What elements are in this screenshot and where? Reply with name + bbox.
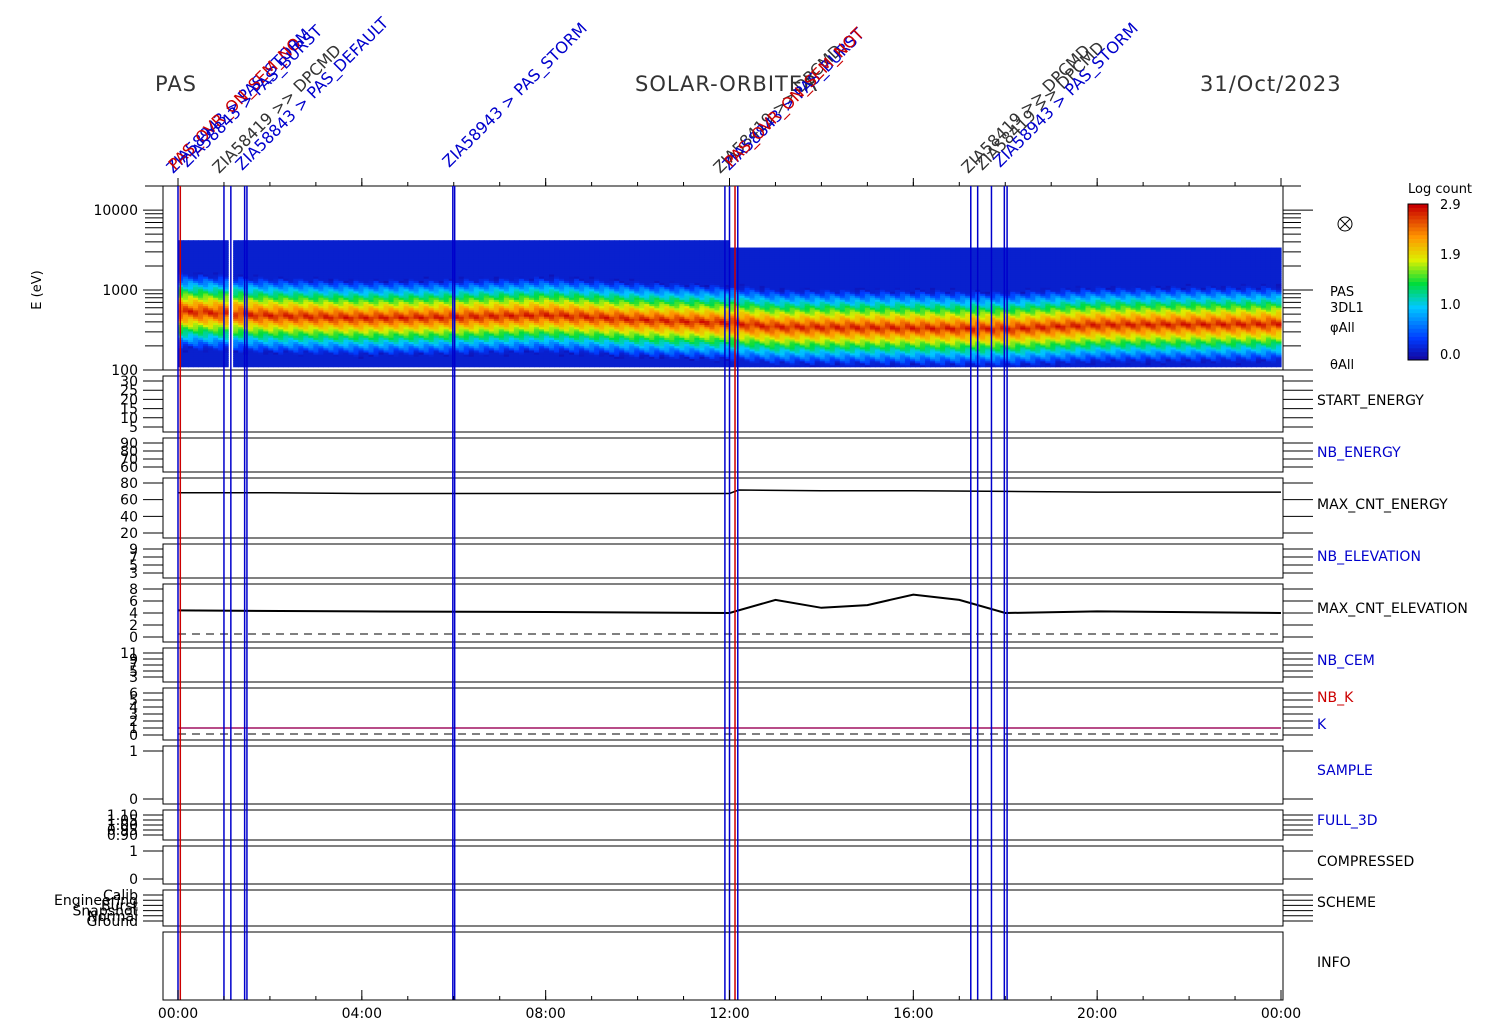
spectrogram-cell (218, 240, 224, 243)
spectrogram-cell (303, 240, 309, 243)
spectrogram-cell (308, 240, 314, 243)
spectrogram-cell (549, 240, 555, 243)
spectrogram-cell (193, 240, 199, 243)
spectrogram-cell (293, 240, 299, 243)
spectrogram-cell (518, 240, 525, 243)
spectrogram-cell (288, 240, 294, 243)
spectrogram-cell (263, 240, 269, 243)
spectrogram-cell (443, 240, 450, 243)
spectrogram-cell (393, 240, 400, 243)
spectrogram-cell (403, 240, 410, 243)
spectrogram-cell (554, 240, 560, 243)
spectrogram-cell (533, 240, 540, 243)
spectrogram-cell (198, 240, 204, 243)
spectrogram-cell (488, 240, 495, 243)
spectrogram-cell (323, 240, 330, 243)
spectrogram-cell (468, 240, 475, 243)
spectrogram-cell (503, 240, 510, 243)
spectrogram-cell (248, 240, 254, 243)
spectrogram-cell (508, 240, 515, 243)
spectrogram-cell (363, 240, 370, 243)
spectrogram-cell (483, 240, 490, 243)
spectrogram-cell (273, 240, 279, 243)
spectrogram-cell (383, 240, 390, 243)
spectrogram-cell (569, 240, 575, 243)
spectrogram-cell (473, 240, 480, 243)
spectrogram-cell (283, 240, 289, 243)
spectrogram-cell (523, 240, 530, 243)
spectrogram-cell (213, 240, 219, 243)
spectrogram-cell (208, 240, 214, 243)
spectrogram-cell (378, 240, 385, 243)
spectrogram-cell (528, 240, 535, 243)
spectrogram-cell (268, 240, 274, 243)
spectrogram-cell (498, 240, 505, 243)
spectrogram-cell (413, 240, 420, 243)
spectrogram-cell (388, 240, 395, 243)
spectrogram-cell (458, 240, 465, 243)
spectrogram-cell (183, 240, 189, 243)
spectrogram-cell (478, 240, 485, 243)
spectrogram-cell (348, 240, 355, 243)
spectrogram-cell (579, 240, 585, 243)
spectrogram-cell (428, 240, 435, 243)
spectrogram-cell (493, 240, 500, 243)
spectrogram-cell (258, 240, 264, 243)
spectrogram-cell (398, 240, 405, 243)
spectrogram-cell (328, 240, 335, 243)
spectrogram-cell (574, 240, 580, 243)
spectrogram-cell (333, 240, 340, 243)
spectrogram-cell (559, 240, 565, 243)
spectrogram-cell (188, 240, 194, 243)
spectrogram-cell (313, 240, 319, 243)
spectrogram-cell (318, 240, 324, 243)
spectrogram-cell (233, 240, 239, 243)
spectrogram-cell (543, 240, 550, 243)
spectrogram-cell (338, 240, 345, 243)
spectrogram-cell (368, 240, 375, 243)
spectrogram-cell (203, 240, 209, 243)
spectrogram-cell (438, 240, 445, 243)
spectrogram-cell (278, 240, 284, 243)
spectrogram-cell (589, 240, 595, 243)
spectrogram-cell (433, 240, 440, 243)
spectrogram-cell (253, 240, 259, 243)
spectrogram-cell (594, 240, 600, 243)
spectrogram-cell (343, 240, 350, 243)
spectrogram-cell (564, 240, 570, 243)
spectrogram-cell (538, 240, 545, 243)
spectrogram-cell (298, 240, 304, 243)
spectrogram-cell (373, 240, 380, 243)
spectrogram-cell (408, 240, 415, 243)
spectrogram-cell (418, 240, 425, 243)
spectrogram-cell (513, 240, 520, 243)
spectrogram-cell (584, 240, 590, 243)
spectrogram-cell (238, 240, 244, 243)
spectrogram-cell (353, 240, 360, 243)
spectrogram-cell (463, 240, 470, 243)
spectrogram-cell (358, 240, 365, 243)
spectrogram-cell (423, 240, 430, 243)
